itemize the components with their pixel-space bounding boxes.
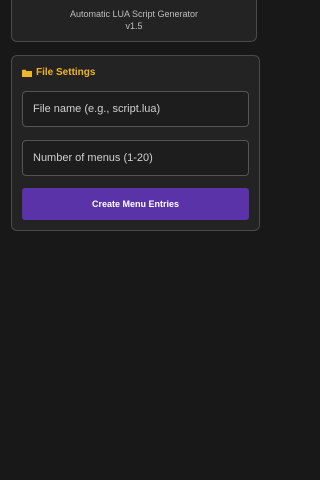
file-settings-title: File Settings: [36, 67, 96, 78]
folder-icon: [22, 69, 32, 77]
file-settings-card: File Settings File name (e.g., script.lu…: [11, 55, 260, 231]
menu-count-placeholder: Number of menus (1-20): [33, 152, 153, 164]
file-name-placeholder: File name (e.g., script.lua): [33, 103, 161, 115]
file-settings-heading: File Settings: [22, 67, 95, 78]
app-version: v1.5: [125, 21, 143, 31]
app-subtitle: Automatic LUA Script Generator: [69, 9, 199, 19]
file-name-input[interactable]: File name (e.g., script.lua): [22, 91, 249, 127]
create-menu-entries-button[interactable]: Create Menu Entries: [22, 188, 249, 220]
header-card: Automatic LUA Script Generator v1.5: [11, 0, 257, 42]
menu-count-input[interactable]: Number of menus (1-20): [22, 140, 249, 176]
